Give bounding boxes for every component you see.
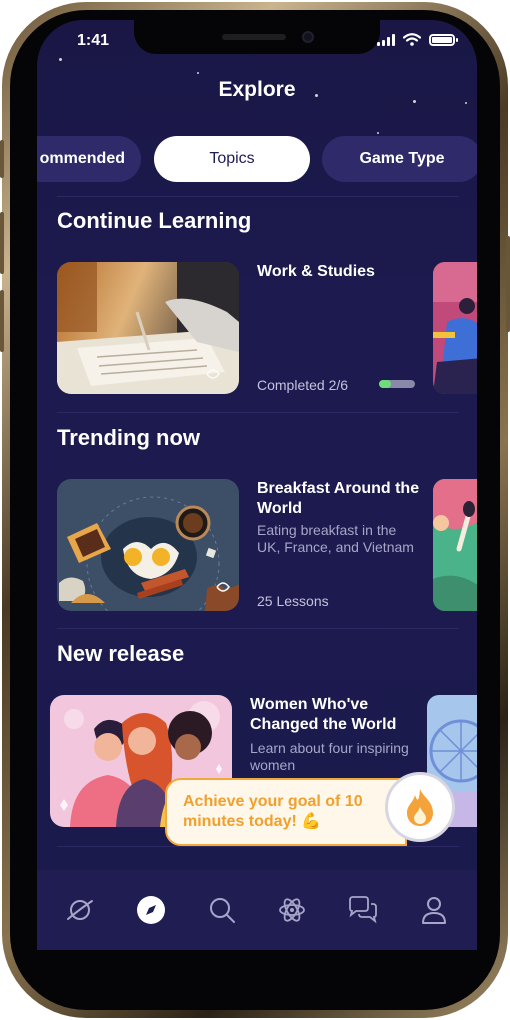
daily-goal-banner[interactable]: Achieve your goal of 10 minutes today! 💪 <box>165 778 407 846</box>
compass-icon <box>136 896 165 924</box>
breakfast-title[interactable]: Breakfast Around the World <box>257 479 427 519</box>
nav-profile[interactable] <box>412 888 456 932</box>
mute-switch <box>0 140 4 178</box>
next-card-thumbnail[interactable] <box>433 479 477 611</box>
notch <box>134 20 380 54</box>
star-decoration <box>377 132 379 134</box>
lesson-count: 25 Lessons <box>257 593 329 609</box>
divider <box>57 412 459 413</box>
work-studies-title[interactable]: Work & Studies <box>257 262 427 282</box>
women-description: Learn about four inspiring women <box>250 740 409 773</box>
wifi-icon <box>403 33 421 46</box>
divider <box>57 196 459 197</box>
nav-explore[interactable] <box>129 888 173 932</box>
divider <box>57 628 459 629</box>
section-title-trending-now: Trending now <box>57 425 200 450</box>
streak-fire-button[interactable] <box>385 772 455 842</box>
search-icon <box>209 898 235 923</box>
planet-icon <box>67 900 94 920</box>
work-studies-thumbnail[interactable] <box>57 262 239 394</box>
tab-game-type-label: Game Type <box>359 150 445 167</box>
page-title: Explore <box>218 78 296 101</box>
section-title-new-release: New release <box>57 641 185 666</box>
tab-game-type[interactable]: Game Type <box>322 136 477 182</box>
speaker-grille <box>222 34 286 40</box>
completion-status: Completed 2/6 <box>257 377 349 393</box>
status-time: 1:41 <box>77 32 110 49</box>
breakfast-description: Eating breakfast in the UK, France, and … <box>257 522 414 555</box>
star-decoration <box>197 72 199 74</box>
tab-recommended[interactable]: ommended <box>37 136 141 182</box>
women-title[interactable]: Women Who've Changed the World <box>250 695 420 735</box>
divider <box>57 846 459 847</box>
nav-planet[interactable] <box>58 888 102 932</box>
section-title-continue-learning: Continue Learning <box>57 208 252 233</box>
tab-topics-label: Topics <box>209 150 255 167</box>
atom-icon <box>279 898 306 922</box>
profile-icon <box>421 897 446 924</box>
chat-icon <box>349 896 377 924</box>
category-tabs: ommended Topics Game Type <box>37 136 477 182</box>
volume-down-button <box>0 290 4 352</box>
progress-bar <box>379 380 415 388</box>
breakfast-thumbnail[interactable] <box>57 479 239 611</box>
nav-atom[interactable] <box>270 888 314 932</box>
volume-up-button <box>0 212 4 274</box>
nav-chat[interactable] <box>341 888 385 932</box>
tab-topics[interactable]: Topics <box>154 136 310 182</box>
star-decoration <box>59 58 62 61</box>
progress-bar-fill <box>379 380 391 388</box>
fire-icon <box>407 789 433 826</box>
bottom-navigation <box>37 870 477 950</box>
battery-icon <box>429 33 458 46</box>
daily-goal-text: Achieve your goal of 10 minutes today! 💪 <box>183 793 363 830</box>
nav-search[interactable] <box>200 888 244 932</box>
power-button <box>506 236 510 332</box>
next-card-thumbnail[interactable] <box>433 262 477 394</box>
app-screen: 1:41 Explore ommended Topics Game Type C… <box>37 20 477 950</box>
tab-recommended-label: ommended <box>39 150 125 167</box>
front-camera <box>302 31 314 43</box>
status-icons <box>377 33 458 46</box>
star-decoration <box>465 102 467 104</box>
